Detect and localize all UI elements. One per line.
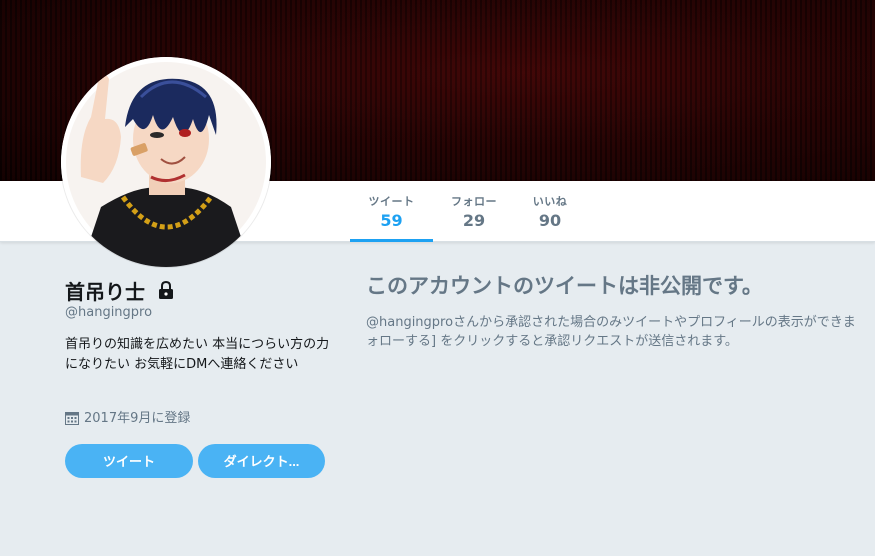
profile-bio: 首吊りの知識を広めたい 本当につらい方の力になりたい お気軽にDMへ連絡ください <box>65 337 330 372</box>
stat-following-value: 29 <box>462 211 486 230</box>
tweet-button[interactable]: ツイート <box>65 444 193 478</box>
stat-likes-value: 90 <box>538 211 562 230</box>
stat-following-label: フォロー <box>451 195 497 208</box>
protected-description-line2: ォローする] をクリックすると承認リクエストが送信されます。 <box>366 334 738 349</box>
stat-following[interactable]: フォロー 29 <box>440 181 508 241</box>
joined-date-text: 2017年9月に登録 <box>84 411 191 426</box>
stat-likes-label: いいね <box>532 195 568 208</box>
profile-name: 首吊り士 <box>65 280 145 304</box>
profile-handle[interactable]: @hangingpro <box>65 305 152 320</box>
protected-title: このアカウントのツイートは非公開です。 <box>366 274 763 298</box>
protected-description: @hangingproさんから承認された場合のみツイートやプロフィールの表示がで… <box>366 313 875 351</box>
joined-date: 2017年9月に登録 <box>65 410 190 428</box>
stat-likes[interactable]: いいね 90 <box>524 181 576 241</box>
lock-icon <box>159 281 173 299</box>
stat-tweets-value: 59 <box>380 211 403 230</box>
avatar-illustration <box>61 57 271 267</box>
calendar-icon <box>65 412 79 425</box>
stat-tweets-label: ツイート <box>368 195 415 208</box>
direct-message-button[interactable]: ダイレクト... <box>198 444 325 478</box>
stat-tweets[interactable]: ツイート 59 <box>350 181 433 242</box>
profile-avatar[interactable] <box>61 57 271 267</box>
protected-description-line1: @hangingproさんから承認された場合のみツイートやプロフィールの表示がで… <box>366 315 856 330</box>
